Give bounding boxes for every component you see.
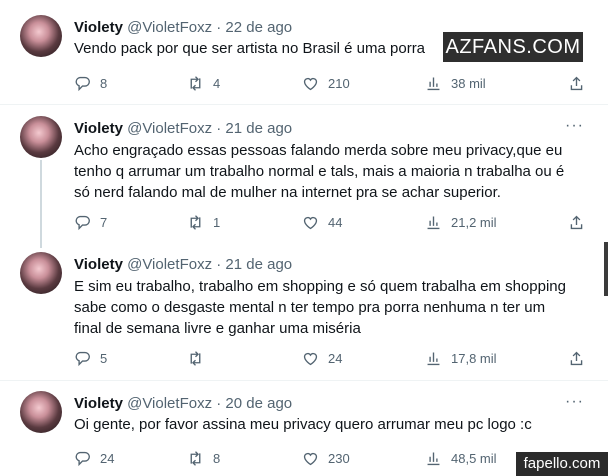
tweet-text-line: Acho engraçado essas pessoas falando mer… (74, 142, 563, 159)
tweet-date[interactable]: 21 de ago (225, 256, 292, 273)
views-count: 21,2 mil (451, 214, 497, 230)
tweet-header: Violety @VioletFoxz · 21 de ago (74, 256, 292, 273)
retweet-icon (190, 214, 201, 230)
tweet-actions: 24 8 230 48,5 mil (74, 448, 586, 468)
views-button[interactable]: 38 mil (425, 73, 486, 93)
retweet-button[interactable]: 1 (187, 212, 220, 232)
like-icon (303, 352, 318, 365)
tweet-3[interactable]: Violety @VioletFoxz · 21 de ago E sim eu… (0, 246, 608, 380)
tweet-text: Oi gente, por favor assina meu privacy q… (74, 414, 586, 435)
views-button[interactable]: 17,8 mil (425, 348, 497, 368)
reply-icon (75, 76, 90, 91)
retweet-icon (190, 450, 201, 466)
views-button[interactable]: 21,2 mil (425, 212, 497, 232)
scrollbar-strip (604, 242, 608, 296)
retweet-count: 8 (213, 450, 221, 466)
tweet-text-line: sabe como o desgaste mental n ter tempo … (74, 299, 546, 316)
tweet-text-line: E sim eu trabalho, trabalho em shopping … (74, 278, 566, 295)
share-icon (570, 351, 583, 365)
more-icon[interactable]: ··· (565, 393, 584, 411)
reply-count: 5 (100, 350, 108, 366)
avatar[interactable] (20, 15, 62, 57)
tweet-header: Violety @VioletFoxz · 22 de ago (74, 19, 292, 36)
views-count: 48,5 mil (451, 450, 497, 466)
share-button[interactable] (568, 73, 585, 93)
tweet-text: Acho engraçado essas pessoas falando mer… (74, 140, 586, 203)
tweet-text-line: Oi gente, por favor assina meu privacy q… (74, 416, 532, 433)
tweet-actions: 5 24 17,8 mil (74, 348, 586, 368)
avatar[interactable] (20, 391, 62, 433)
tweet-actions: 7 1 44 21,2 mil (74, 212, 586, 232)
like-button[interactable]: 24 (302, 348, 342, 368)
like-count: 210 (328, 75, 350, 91)
views-count: 17,8 mil (451, 350, 497, 366)
share-icon (570, 76, 583, 90)
avatar[interactable] (20, 116, 62, 158)
like-count: 44 (328, 214, 343, 230)
user-handle[interactable]: @VioletFoxz (127, 19, 212, 36)
user-handle[interactable]: @VioletFoxz (127, 395, 212, 412)
azfans-watermark: AZFANS.COM (443, 32, 583, 62)
like-button[interactable]: 210 (302, 73, 350, 93)
reply-button[interactable]: 24 (74, 448, 114, 468)
like-icon (303, 452, 318, 465)
reply-count: 8 (100, 75, 108, 91)
views-button[interactable]: 48,5 mil (425, 448, 497, 468)
like-icon (303, 77, 318, 90)
views-icon (427, 77, 440, 90)
tweet-header: Violety @VioletFoxz · 20 de ago (74, 395, 292, 412)
display-name[interactable]: Violety (74, 256, 123, 273)
views-count: 38 mil (451, 75, 486, 91)
tweet-text-line: final de semana livre e ganhar uma misér… (74, 320, 361, 337)
separator-dot: · (216, 256, 222, 273)
tweet-date[interactable]: 21 de ago (225, 120, 292, 137)
display-name[interactable]: Violety (74, 19, 123, 36)
reply-icon (75, 351, 90, 366)
reply-count: 24 (100, 450, 115, 466)
avatar[interactable] (20, 252, 62, 294)
retweet-count: 1 (213, 214, 221, 230)
like-icon (303, 216, 318, 229)
tweet-date[interactable]: 20 de ago (225, 395, 292, 412)
retweet-count: 4 (213, 75, 221, 91)
tweet-2[interactable]: ··· Violety @VioletFoxz · 21 de ago Acho… (0, 105, 608, 246)
views-icon (427, 352, 440, 365)
tweet-actions: 8 4 210 38 mil (74, 73, 586, 93)
views-icon (427, 216, 440, 229)
separator-dot: · (216, 395, 222, 412)
reply-button[interactable]: 8 (74, 73, 107, 93)
tweet-text-line: só nerd falando mal de mulher na interne… (74, 184, 501, 201)
fapello-watermark: fapello.com (516, 452, 608, 476)
reply-icon (75, 451, 90, 466)
tweet-text: E sim eu trabalho, trabalho em shopping … (74, 276, 586, 339)
retweet-icon (190, 350, 201, 366)
tweet-text-line: tenho q arrumar um trabalho normal e tal… (74, 163, 565, 180)
retweet-button[interactable] (187, 348, 213, 368)
user-handle[interactable]: @VioletFoxz (127, 256, 212, 273)
reply-button[interactable]: 7 (74, 212, 107, 232)
more-icon[interactable]: ··· (565, 117, 584, 135)
like-button[interactable]: 230 (302, 448, 350, 468)
reply-count: 7 (100, 214, 108, 230)
user-handle[interactable]: @VioletFoxz (127, 120, 212, 137)
like-count: 230 (328, 450, 350, 466)
tweet-header: Violety @VioletFoxz · 21 de ago (74, 120, 292, 137)
separator-dot: · (216, 19, 222, 36)
retweet-button[interactable]: 8 (187, 448, 220, 468)
display-name[interactable]: Violety (74, 395, 123, 412)
separator-dot: · (216, 120, 222, 137)
views-icon (427, 452, 440, 465)
reply-icon (75, 215, 90, 230)
reply-button[interactable]: 5 (74, 348, 107, 368)
display-name[interactable]: Violety (74, 120, 123, 137)
like-count: 24 (328, 350, 343, 366)
thread-connector (40, 160, 42, 248)
like-button[interactable]: 44 (302, 212, 342, 232)
retweet-button[interactable]: 4 (187, 73, 220, 93)
share-icon (570, 215, 583, 229)
tweet-date[interactable]: 22 de ago (225, 19, 292, 36)
retweet-icon (190, 75, 201, 91)
share-button[interactable] (568, 212, 585, 232)
share-button[interactable] (568, 348, 585, 368)
